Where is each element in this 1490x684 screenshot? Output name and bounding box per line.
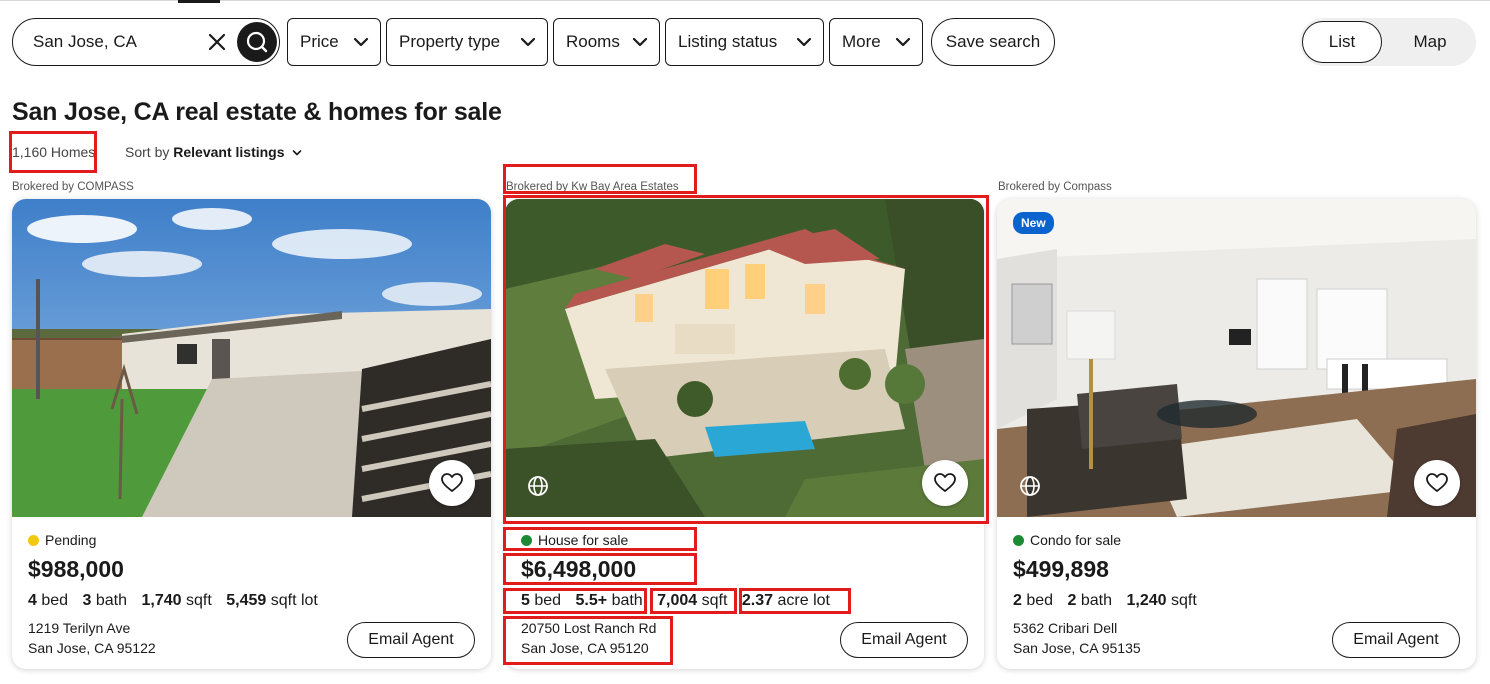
heart-icon (441, 473, 463, 492)
listing-facts: 2 bed 2 bath 1,240 sqft (1013, 592, 1207, 610)
favorite-button[interactable] (429, 460, 475, 506)
filter-rooms[interactable]: Rooms (553, 18, 660, 66)
save-search-button[interactable]: Save search (931, 18, 1055, 66)
sqft: 1,240 sqft (1126, 592, 1197, 609)
top-divider (0, 0, 1490, 1)
listing-price: $6,498,000 (521, 556, 637, 582)
status-text: Condo for sale (1030, 532, 1122, 548)
status-dot (1013, 534, 1024, 546)
listing-facts: 4 bed 3 bath 1,740 sqft 5,459 sqft lot (28, 592, 328, 610)
chevron-down-icon (520, 37, 536, 47)
search-input-value[interactable]: San Jose, CA (33, 32, 137, 52)
new-badge: New (1013, 212, 1054, 234)
view-toggle: List Map (1300, 18, 1476, 66)
lot-size: 5,459 sqft lot (226, 592, 318, 609)
email-agent-button[interactable]: Email Agent (1332, 622, 1460, 658)
listing-card[interactable]: Pending $988,000 4 bed 3 bath 1,740 sqft… (12, 199, 491, 669)
status-dot (521, 534, 532, 546)
address-line-1: 1219 Terilyn Ave (28, 620, 131, 636)
filter-rooms-label: Rooms (566, 32, 620, 51)
baths: 3 bath (82, 592, 128, 609)
listing-price: $988,000 (28, 556, 124, 582)
heart-icon (1426, 473, 1448, 492)
beds: 4 bed (28, 592, 69, 609)
status-dot (28, 534, 39, 546)
sort-dropdown[interactable]: Sort by Relevant listings (125, 144, 302, 160)
search-button[interactable] (237, 22, 277, 62)
filter-property-type-label: Property type (399, 32, 501, 51)
address-line-1: 20750 Lost Ranch Rd (521, 620, 657, 636)
active-tab-indicator (178, 0, 220, 3)
listing-photo[interactable] (12, 199, 491, 517)
baths: 5.5+ bath (575, 592, 643, 609)
search-icon (246, 31, 268, 53)
email-agent-button[interactable]: Email Agent (840, 622, 968, 658)
globe-icon[interactable] (527, 475, 549, 497)
broker-label: Brokered by COMPASS (12, 181, 134, 193)
filter-price[interactable]: Price (287, 18, 381, 66)
listing-status: House for sale (521, 532, 628, 548)
filter-listing-status[interactable]: Listing status (665, 18, 824, 66)
heart-icon (934, 473, 956, 492)
page-title: San Jose, CA real estate & homes for sal… (12, 98, 502, 126)
clear-icon[interactable] (206, 31, 228, 53)
listing-price: $499,898 (1013, 556, 1109, 582)
list-view-button[interactable]: List (1302, 21, 1382, 63)
baths: 2 bath (1067, 592, 1113, 609)
map-view-button[interactable]: Map (1390, 21, 1470, 63)
filter-more-label: More (842, 32, 881, 51)
chevron-down-icon (796, 37, 812, 47)
filter-listing-status-label: Listing status (678, 32, 778, 51)
sqft: 7,004 sqft (657, 592, 728, 609)
filter-price-label: Price (300, 32, 339, 51)
chevron-down-icon (895, 37, 911, 47)
filter-more[interactable]: More (829, 18, 923, 66)
status-text: House for sale (538, 532, 629, 548)
listing-facts: 5 bed 5.5+ bath 7,004 sqft 2.37 acre lot (521, 592, 840, 610)
listing-card[interactable]: New Condo for sale $499,898 2 bed 2 bath… (997, 199, 1476, 669)
email-agent-button[interactable]: Email Agent (347, 622, 475, 658)
beds: 2 bed (1013, 592, 1054, 609)
listing-photo[interactable] (997, 199, 1476, 517)
chevron-down-icon (293, 150, 302, 156)
listing-status: Pending (28, 532, 96, 548)
beds: 5 bed (521, 592, 562, 609)
listing-card[interactable]: House for sale $6,498,000 5 bed 5.5+ bat… (505, 199, 984, 669)
address-line-2: San Jose, CA 95122 (28, 640, 156, 656)
chevron-down-icon (632, 37, 648, 47)
status-text: Pending (45, 532, 97, 548)
favorite-button[interactable] (922, 460, 968, 506)
broker-label: Brokered by Compass (998, 181, 1112, 193)
address-line-1: 5362 Cribari Dell (1013, 620, 1118, 636)
sqft: 1,740 sqft (141, 592, 212, 609)
address-line-2: San Jose, CA 95135 (1013, 640, 1141, 656)
chevron-down-icon (353, 37, 369, 47)
sort-value: Relevant listings (173, 144, 285, 160)
globe-icon[interactable] (1019, 475, 1041, 497)
broker-label: Brokered by Kw Bay Area Estates (506, 181, 679, 193)
home-count: 1,160 Homes (12, 144, 96, 160)
address-line-2: San Jose, CA 95120 (521, 640, 649, 656)
lot-size: 2.37 acre lot (741, 592, 830, 609)
listing-status: Condo for sale (1013, 532, 1121, 548)
search-input[interactable]: San Jose, CA (12, 18, 280, 66)
sort-prefix: Sort by (125, 144, 170, 160)
filter-property-type[interactable]: Property type (386, 18, 548, 66)
listing-photo[interactable] (505, 199, 984, 517)
favorite-button[interactable] (1414, 460, 1460, 506)
